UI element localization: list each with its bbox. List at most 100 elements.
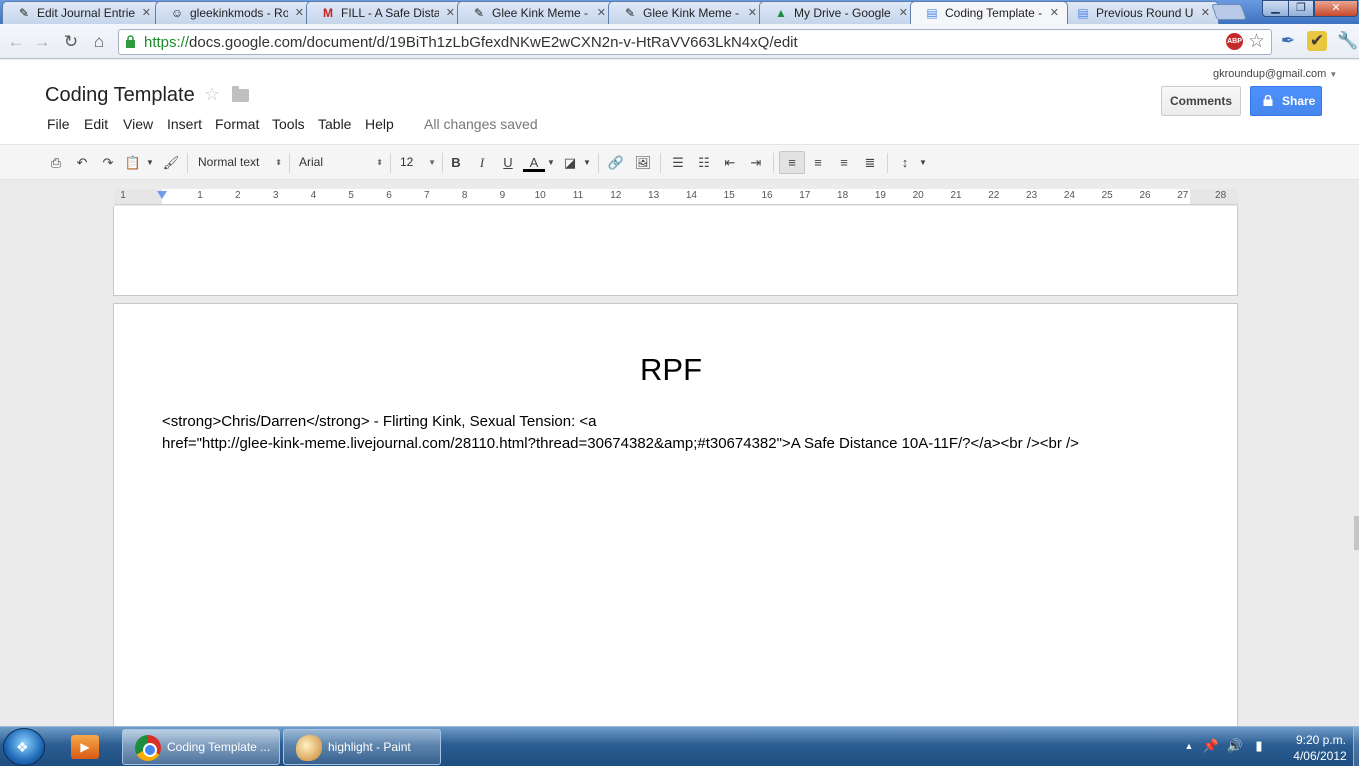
italic-button[interactable]: I bbox=[473, 153, 491, 172]
menu-file[interactable]: File bbox=[47, 116, 70, 132]
tab-edit-journal-entries[interactable]: ✎ Edit Journal Entries ✕ bbox=[2, 1, 160, 24]
network-signal-icon[interactable]: ▮ bbox=[1250, 737, 1268, 755]
bulleted-list-icon[interactable]: ☷ bbox=[694, 153, 714, 172]
start-button[interactable]: ❖ bbox=[3, 728, 45, 766]
document-page[interactable]: RPF <strong>Chris/Darren</strong> - Flir… bbox=[113, 303, 1238, 726]
document-line-2[interactable]: href="http://glee-kink-meme.livejournal.… bbox=[162, 433, 1202, 455]
undo-icon[interactable]: ↶ bbox=[73, 153, 91, 172]
menu-view[interactable]: View bbox=[123, 116, 153, 132]
ruler-number: 6 bbox=[386, 190, 392, 201]
close-icon[interactable]: ✕ bbox=[1050, 6, 1059, 19]
redo-icon[interactable]: ↷ bbox=[99, 153, 117, 172]
align-right-icon[interactable]: ≡ bbox=[834, 153, 854, 172]
increase-indent-icon[interactable]: ⇥ bbox=[746, 153, 766, 172]
show-hidden-icons-icon[interactable]: ▲ bbox=[1180, 737, 1198, 755]
print-icon[interactable]: ⎙ bbox=[47, 153, 65, 172]
maximize-window-button[interactable]: ❐ bbox=[1288, 0, 1314, 17]
menu-insert[interactable]: Insert bbox=[167, 116, 202, 132]
comments-button[interactable]: Comments bbox=[1161, 86, 1241, 116]
lock-icon bbox=[126, 35, 135, 48]
clock-date[interactable]: 4/06/2012 bbox=[1283, 749, 1357, 763]
extension-check-icon[interactable]: ✔ bbox=[1307, 31, 1327, 51]
close-icon[interactable]: ✕ bbox=[748, 6, 757, 19]
account-email[interactable]: gkroundup@gmail.com ▼ bbox=[1213, 68, 1337, 80]
bookmark-star-icon[interactable]: ☆ bbox=[1248, 30, 1265, 53]
numbered-list-icon[interactable]: ☰ bbox=[668, 153, 688, 172]
scrollbar-thumb[interactable] bbox=[1354, 516, 1359, 550]
font-size-select[interactable]: 12 ▼ bbox=[400, 153, 436, 172]
clock-time[interactable]: 9:20 p.m. bbox=[1291, 733, 1351, 747]
document-page-previous[interactable] bbox=[113, 206, 1238, 296]
star-icon[interactable]: ☆ bbox=[204, 84, 220, 105]
close-icon[interactable]: ✕ bbox=[446, 6, 455, 19]
pin-icon[interactable]: 📌 bbox=[1202, 737, 1220, 755]
menu-table[interactable]: Table bbox=[318, 116, 351, 132]
tab-fill-safe-distance[interactable]: M FILL - A Safe Distan ✕ bbox=[306, 1, 464, 24]
close-icon[interactable]: ✕ bbox=[142, 6, 151, 19]
toolbar-divider bbox=[887, 153, 888, 173]
address-bar[interactable]: https://docs.google.com/document/d/19BiT… bbox=[118, 29, 1272, 55]
show-desktop-button[interactable] bbox=[1353, 727, 1359, 766]
document-heading[interactable]: RPF bbox=[114, 352, 1228, 388]
adblock-icon[interactable]: ABP bbox=[1226, 33, 1243, 50]
formatting-toolbar: ⎙ ↶ ↷ 📋 ▼ 🖌 Normal text ⬍ Arial ⬍ 12 ▼ B I … bbox=[0, 144, 1359, 180]
taskbar-item-chrome[interactable]: Coding Template ... bbox=[122, 729, 280, 765]
font-select[interactable]: Arial ⬍ bbox=[299, 153, 383, 172]
media-player-icon[interactable]: ▶ bbox=[71, 735, 99, 759]
underline-button[interactable]: U bbox=[499, 153, 517, 172]
pencil-icon: ✎ bbox=[624, 6, 636, 20]
close-icon[interactable]: ✕ bbox=[899, 6, 908, 19]
chevron-down-icon[interactable]: ▼ bbox=[546, 153, 556, 172]
home-button[interactable]: ⌂ bbox=[89, 32, 109, 52]
tab-my-drive[interactable]: ▲ My Drive - Google I ✕ bbox=[759, 1, 917, 24]
back-button[interactable]: ← bbox=[6, 32, 26, 52]
tab-gleekinkmods[interactable]: ☺ gleekinkmods - Ro ✕ bbox=[155, 1, 313, 24]
ruler[interactable]: 1 1 2 3 4 5 6 7 8 9 10 11 12 13 14 15 16 17 18 19 20 21 22 23 24… bbox=[114, 189, 1238, 205]
close-icon[interactable]: ✕ bbox=[295, 6, 304, 19]
reload-button[interactable]: ↻ bbox=[61, 32, 81, 52]
tab-glee-kink-meme-2[interactable]: ✎ Glee Kink Meme - F ✕ bbox=[608, 1, 766, 24]
chevron-down-icon[interactable]: ▼ bbox=[145, 153, 155, 172]
menu-edit[interactable]: Edit bbox=[84, 116, 108, 132]
image-icon[interactable]: 🖼 bbox=[633, 153, 653, 172]
ruler-number: 13 bbox=[648, 190, 660, 201]
tab-coding-template[interactable]: ▤ Coding Template - ✕ bbox=[910, 1, 1068, 24]
align-center-icon[interactable]: ≡ bbox=[808, 153, 828, 172]
link-icon[interactable]: 🔗 bbox=[606, 153, 626, 172]
chevron-down-icon[interactable]: ▼ bbox=[918, 153, 928, 172]
volume-icon[interactable]: 🔊 bbox=[1226, 737, 1244, 755]
wrench-menu-icon[interactable]: 🔧 bbox=[1337, 31, 1358, 51]
document-title[interactable]: Coding Template bbox=[45, 84, 195, 107]
minimize-window-button[interactable]: ▁ bbox=[1262, 0, 1289, 17]
docs-icon: ▤ bbox=[926, 6, 938, 20]
taskbar-item-paint[interactable]: highlight - Paint bbox=[283, 729, 441, 765]
menu-format[interactable]: Format bbox=[215, 116, 259, 132]
new-tab-button[interactable] bbox=[1211, 4, 1247, 20]
tab-previous-round-up[interactable]: ▤ Previous Round Up ✕ bbox=[1061, 1, 1219, 24]
line-spacing-icon[interactable]: ↕ bbox=[895, 153, 915, 172]
forward-button[interactable]: → bbox=[32, 32, 52, 52]
bold-button[interactable]: B bbox=[447, 153, 465, 172]
decrease-indent-icon[interactable]: ⇤ bbox=[720, 153, 740, 172]
paint-format-icon[interactable]: 🖌 bbox=[162, 153, 180, 172]
document-line-1[interactable]: <strong>Chris/Darren</strong> - Flirting… bbox=[162, 411, 1202, 433]
close-window-button[interactable]: ✕ bbox=[1314, 0, 1358, 17]
folder-icon[interactable] bbox=[232, 86, 249, 102]
chevron-down-icon[interactable]: ▼ bbox=[582, 153, 592, 172]
highlight-color-icon[interactable]: ◪ bbox=[561, 153, 579, 172]
close-icon[interactable]: ✕ bbox=[597, 6, 606, 19]
menu-tools[interactable]: Tools bbox=[272, 116, 305, 132]
paste-icon[interactable]: 📋 bbox=[124, 153, 142, 172]
menu-help[interactable]: Help bbox=[365, 116, 394, 132]
style-select[interactable]: Normal text ⬍ bbox=[198, 153, 282, 172]
document-body[interactable]: <strong>Chris/Darren</strong> - Flirting… bbox=[162, 411, 1202, 455]
ruler-number: 16 bbox=[761, 190, 773, 201]
extension-feather-icon[interactable]: ✒ bbox=[1278, 31, 1298, 51]
align-left-icon[interactable]: ≡ bbox=[779, 151, 805, 174]
close-icon[interactable]: ✕ bbox=[1201, 6, 1210, 19]
url-protocol: https:// bbox=[144, 34, 190, 51]
align-justify-icon[interactable]: ≣ bbox=[860, 153, 880, 172]
share-button[interactable]: Share bbox=[1250, 86, 1322, 116]
text-color-button[interactable]: A bbox=[523, 153, 545, 172]
tab-glee-kink-meme-1[interactable]: ✎ Glee Kink Meme - F ✕ bbox=[457, 1, 615, 24]
